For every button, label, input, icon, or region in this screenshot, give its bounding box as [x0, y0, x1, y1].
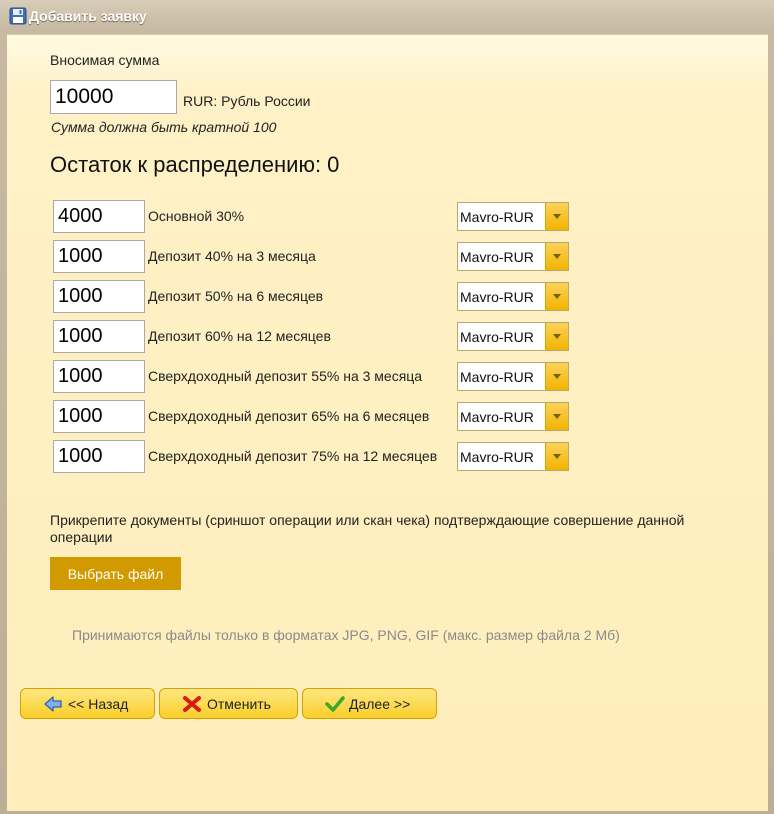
- currency-select-value: Mavro-RUR: [460, 209, 534, 225]
- currency-select-value: Mavro-RUR: [460, 409, 534, 425]
- currency-select-value: Mavro-RUR: [460, 249, 534, 265]
- title-bar[interactable]: Добавить заявку: [0, 0, 774, 34]
- next-button[interactable]: Далее >>: [302, 688, 437, 719]
- allocation-row: Депозит 60% на 12 месяцев Mavro-RUR: [53, 320, 573, 354]
- next-button-label: Далее >>: [349, 696, 411, 712]
- red-x-icon: [183, 696, 201, 712]
- allocation-row: Основной 30% Mavro-RUR: [53, 200, 573, 234]
- back-button-label: << Назад: [68, 696, 129, 712]
- remaining-amount: Остаток к распределению: 0: [50, 152, 340, 177]
- chevron-down-icon[interactable]: [545, 363, 568, 390]
- floppy-disk-icon: [9, 7, 27, 25]
- allocation-input[interactable]: [53, 360, 145, 393]
- allocation-input[interactable]: [53, 440, 145, 473]
- allocation-row: Сверхдоходный депозит 55% на 3 месяца Ma…: [53, 360, 573, 394]
- chevron-down-icon[interactable]: [545, 323, 568, 350]
- allocation-input[interactable]: [53, 320, 145, 353]
- cancel-button[interactable]: Отменить: [159, 688, 298, 719]
- amount-label: Вносимая сумма: [50, 52, 160, 68]
- currency-select-value: Mavro-RUR: [460, 329, 534, 345]
- currency-select-value: Mavro-RUR: [460, 369, 534, 385]
- currency-select[interactable]: Mavro-RUR: [457, 282, 569, 311]
- chevron-down-icon[interactable]: [545, 443, 568, 470]
- amount-hint: Сумма должна быть кратной 100: [51, 119, 277, 135]
- arrow-left-icon: [44, 696, 62, 712]
- allocation-row: Депозит 40% на 3 месяца Mavro-RUR: [53, 240, 573, 274]
- attach-instructions: Прикрепите документы (сриншот операции и…: [50, 512, 685, 545]
- chevron-down-icon[interactable]: [545, 243, 568, 270]
- allocation-row: Сверхдоходный депозит 65% на 6 месяцев M…: [53, 400, 573, 434]
- currency-select-value: Mavro-RUR: [460, 289, 534, 305]
- currency-select[interactable]: Mavro-RUR: [457, 402, 569, 431]
- currency-select[interactable]: Mavro-RUR: [457, 362, 569, 391]
- currency-select[interactable]: Mavro-RUR: [457, 442, 569, 471]
- currency-label: RUR: Рубль России: [183, 93, 311, 109]
- cancel-button-label: Отменить: [207, 696, 271, 712]
- green-check-icon: [325, 696, 345, 712]
- chevron-down-icon[interactable]: [545, 283, 568, 310]
- allocation-label: Основной 30%: [148, 208, 245, 224]
- currency-select[interactable]: Mavro-RUR: [457, 322, 569, 351]
- allocation-label: Сверхдоходный депозит 65% на 6 месяцев: [148, 408, 430, 424]
- currency-select[interactable]: Mavro-RUR: [457, 202, 569, 231]
- allocation-label: Сверхдоходный депозит 55% на 3 месяца: [148, 368, 423, 384]
- allocation-label: Депозит 50% на 6 месяцев: [148, 288, 324, 304]
- window-title: Добавить заявку: [29, 8, 147, 24]
- chevron-down-icon[interactable]: [545, 203, 568, 230]
- dialog-window: Добавить заявку Вносимая сумма RUR: Рубл…: [0, 0, 774, 814]
- allocation-input[interactable]: [53, 400, 145, 433]
- chevron-down-icon[interactable]: [545, 403, 568, 430]
- back-button[interactable]: << Назад: [20, 688, 155, 719]
- file-format-note: Принимаются файлы только в форматах JPG,…: [72, 627, 620, 643]
- allocation-label: Депозит 60% на 12 месяцев: [148, 328, 331, 344]
- allocation-label: Депозит 40% на 3 месяца: [148, 248, 316, 264]
- allocation-row: Депозит 50% на 6 месяцев Mavro-RUR: [53, 280, 573, 314]
- allocation-row: Сверхдоходный депозит 75% на 12 месяцев …: [53, 440, 573, 474]
- allocation-input[interactable]: [53, 280, 145, 313]
- currency-select-value: Mavro-RUR: [460, 449, 534, 465]
- allocation-label: Сверхдоходный депозит 75% на 12 месяцев: [148, 448, 438, 464]
- form-panel: Вносимая сумма RUR: Рубль России Сумма д…: [7, 34, 768, 811]
- amount-input[interactable]: [50, 80, 177, 114]
- currency-select[interactable]: Mavro-RUR: [457, 242, 569, 271]
- allocation-input[interactable]: [53, 240, 145, 273]
- choose-file-button[interactable]: Выбрать файл: [50, 557, 181, 590]
- allocation-input[interactable]: [53, 200, 145, 233]
